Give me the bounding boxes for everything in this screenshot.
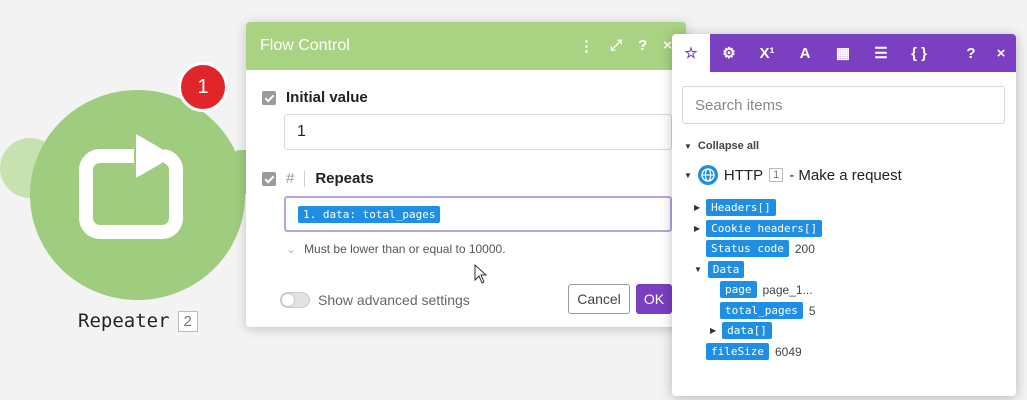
- tree-item-cookie-headers[interactable]: ▶ Cookie headers[]: [694, 220, 823, 237]
- item-key: Cookie headers[]: [706, 220, 823, 237]
- item-key: fileSize: [706, 343, 769, 360]
- math-icon[interactable]: X¹: [748, 34, 786, 72]
- calendar-icon[interactable]: ▦: [824, 34, 862, 72]
- mapping-panel: ☆ ⚙ X¹ A ▦ ☰ { } ? × Search items ▼ Coll…: [672, 34, 1016, 396]
- flow-control-dialog: Flow Control ⋮ ⤢ ? × Initial value 1 # R…: [246, 22, 686, 327]
- tree-item-page[interactable]: page page_1...: [720, 281, 813, 298]
- cancel-button[interactable]: Cancel: [568, 284, 630, 314]
- search-input[interactable]: Search items: [682, 86, 1005, 124]
- close-icon[interactable]: ×: [986, 34, 1016, 72]
- braces-icon[interactable]: { }: [900, 34, 938, 72]
- module-action: - Make a request: [789, 166, 902, 184]
- advanced-settings-label: Show advanced settings: [318, 292, 470, 308]
- item-value: 200: [794, 241, 815, 256]
- item-key: Headers[]: [706, 199, 776, 216]
- tree-item-total-pages[interactable]: total_pages 5: [720, 302, 816, 319]
- tree-item-data-array[interactable]: ▶ data[]: [710, 322, 772, 339]
- initial-value-input[interactable]: 1: [284, 114, 672, 150]
- repeats-input[interactable]: 1. data: total_pages: [284, 196, 672, 232]
- item-key: total_pages: [720, 302, 803, 319]
- node-name: Repeater: [78, 310, 170, 332]
- repeats-hint: ⌄ Must be lower than or equal to 10000.: [286, 242, 506, 256]
- mouse-cursor-icon: [474, 263, 488, 289]
- tree-item-headers[interactable]: ▶ Headers[]: [694, 199, 776, 216]
- collapse-all-label: Collapse all: [697, 140, 760, 152]
- caret-down-icon: ▼: [694, 265, 702, 274]
- repeats-checkbox[interactable]: [262, 171, 276, 186]
- hint-text: Must be lower than or equal to 10000.: [304, 242, 506, 256]
- table-icon[interactable]: ☰: [862, 34, 900, 72]
- panel-tabs: ☆ ⚙ X¹ A ▦ ☰ { } ? ×: [672, 34, 1016, 72]
- caret-down-icon: ▼: [684, 141, 692, 151]
- tree-item-file-size[interactable]: fileSize 6049: [706, 343, 802, 360]
- gear-icon[interactable]: ⚙: [710, 34, 748, 72]
- close-icon[interactable]: ×: [663, 37, 672, 55]
- initial-value-label: Initial value: [286, 89, 368, 106]
- node-number: 2: [177, 310, 198, 332]
- dialog-title: Flow Control: [260, 37, 350, 54]
- chevron-down-icon: ⌄: [286, 242, 297, 256]
- repeats-label: Repeats: [315, 170, 374, 187]
- mapped-value-pill[interactable]: 1. data: total_pages: [298, 205, 441, 223]
- more-options-icon[interactable]: ⋮: [579, 37, 594, 55]
- item-value: page_1...: [762, 282, 813, 297]
- repeat-icon: [74, 132, 204, 257]
- help-icon[interactable]: ?: [638, 37, 647, 55]
- node-label: Repeater 2: [78, 310, 198, 332]
- advanced-settings-toggle[interactable]: [280, 292, 310, 308]
- star-icon[interactable]: ☆: [672, 34, 710, 72]
- operations-badge: 1: [178, 62, 228, 112]
- item-key: data[]: [722, 322, 772, 339]
- text-icon[interactable]: A: [786, 34, 824, 72]
- module-name: HTTP: [723, 166, 764, 184]
- tree-item-status-code[interactable]: Status code 200: [706, 240, 815, 257]
- item-key: Status code: [706, 240, 789, 257]
- number-type-icon: #: [286, 170, 295, 187]
- caret-right-icon: ▶: [694, 203, 701, 212]
- caret-right-icon: ▶: [710, 326, 717, 335]
- http-globe-icon: [697, 165, 718, 185]
- help-icon[interactable]: ?: [956, 34, 986, 72]
- collapse-all-link[interactable]: ▼ Collapse all: [684, 140, 759, 152]
- search-placeholder: Search items: [695, 96, 783, 114]
- caret-down-icon: ▼: [684, 170, 692, 180]
- initial-value-section: Initial value: [262, 89, 368, 106]
- module-row[interactable]: ▼ HTTP 1 - Make a request: [684, 165, 902, 185]
- repeats-section: # Repeats: [262, 170, 374, 187]
- expand-icon[interactable]: ⤢: [610, 37, 622, 55]
- ok-button[interactable]: OK: [636, 284, 672, 314]
- item-value: 5: [808, 303, 816, 318]
- item-value: 6049: [774, 344, 802, 359]
- divider: [304, 170, 306, 187]
- caret-right-icon: ▶: [694, 224, 701, 233]
- initial-value-text: 1: [297, 123, 306, 140]
- item-key: Data: [707, 261, 745, 278]
- dialog-header: Flow Control ⋮ ⤢ ? ×: [246, 22, 686, 70]
- item-key: page: [720, 281, 757, 298]
- module-number: 1: [769, 168, 784, 182]
- advanced-settings: Show advanced settings: [280, 292, 470, 308]
- initial-value-checkbox[interactable]: [262, 90, 276, 105]
- tree-item-data[interactable]: ▼ Data: [694, 261, 745, 278]
